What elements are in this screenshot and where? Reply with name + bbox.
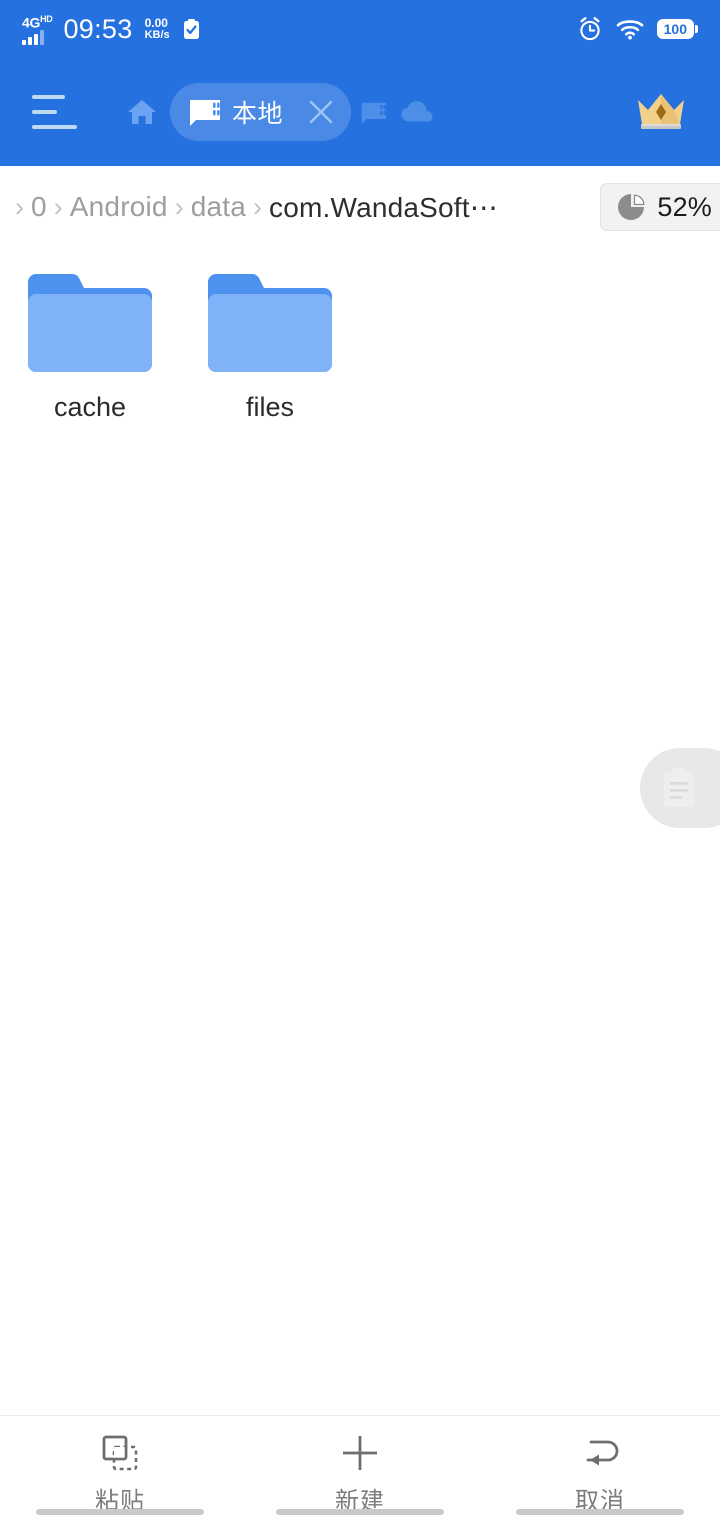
header-tab-strip: 本地 bbox=[118, 83, 632, 141]
gesture-bar bbox=[516, 1509, 684, 1515]
breadcrumb: › 0 › Android › data › com.WandaSoft⋯ 52… bbox=[0, 166, 720, 248]
checked-clipboard-icon bbox=[183, 18, 199, 39]
breadcrumb-item-0[interactable]: 0 bbox=[31, 191, 47, 223]
sd-card-icon bbox=[361, 102, 387, 124]
home-icon bbox=[128, 100, 156, 124]
hamburger-menu-icon[interactable] bbox=[32, 95, 78, 129]
breadcrumb-item-android[interactable]: Android bbox=[70, 191, 168, 223]
cloud-icon bbox=[401, 101, 433, 122]
plus-icon-wrap bbox=[338, 1431, 382, 1475]
breadcrumb-separator: › bbox=[53, 191, 63, 222]
status-clock: 09:53 bbox=[63, 13, 133, 44]
pie-chart-icon bbox=[618, 194, 645, 220]
paste-icon bbox=[102, 1435, 138, 1471]
signal-bars-icon bbox=[22, 30, 44, 46]
gesture-handle-bars bbox=[0, 1508, 720, 1516]
signal-indicator: 4GHD bbox=[22, 13, 53, 46]
file-grid: cache files bbox=[0, 248, 720, 423]
file-name-label: cache bbox=[53, 392, 127, 422]
file-name-label: files bbox=[245, 392, 294, 422]
battery-level-label: 100 bbox=[663, 21, 687, 37]
undo-arrow-icon bbox=[586, 1440, 619, 1466]
cancel-button[interactable]: 取消 bbox=[480, 1416, 720, 1516]
storage-percent-label: 52% bbox=[657, 191, 712, 222]
tab-close-button[interactable] bbox=[299, 90, 343, 134]
network-speed-value: 0.00 bbox=[144, 16, 168, 30]
vip-crown-button[interactable] bbox=[632, 87, 690, 137]
tab-cloud-inactive[interactable] bbox=[395, 88, 439, 136]
bottom-toolbar: 粘贴 新建 取消 bbox=[0, 1415, 720, 1520]
tab-local[interactable]: 本地 bbox=[170, 83, 352, 141]
app-header: 本地 bbox=[0, 58, 720, 166]
status-bar: 4GHD 09:53 0.00 KB/s 100 bbox=[0, 0, 720, 58]
file-item-cache[interactable]: cache bbox=[0, 262, 180, 423]
close-x-icon bbox=[309, 100, 333, 124]
battery-indicator: 100 bbox=[656, 19, 698, 39]
home-button[interactable] bbox=[118, 88, 166, 136]
undo-icon-wrap bbox=[577, 1431, 623, 1475]
wifi-icon bbox=[616, 20, 643, 40]
network-speed: 0.00 KB/s bbox=[145, 17, 170, 41]
status-bar-left: 4GHD 09:53 0.00 KB/s bbox=[22, 13, 577, 46]
breadcrumb-separator: › bbox=[174, 191, 184, 222]
alarm-clock-icon bbox=[579, 17, 600, 41]
status-bar-right: 100 bbox=[577, 16, 698, 42]
breadcrumb-path: › 0 › Android › data › com.WandaSoft⋯ bbox=[8, 191, 600, 224]
phone-screen: 4GHD 09:53 0.00 KB/s 100 本地 › 0 › Androi… bbox=[0, 0, 720, 1520]
tab-local-label: 本地 bbox=[232, 100, 284, 128]
folder-icon bbox=[28, 273, 152, 372]
network-type-label: 4GHD bbox=[22, 13, 53, 31]
plus-icon bbox=[343, 1436, 377, 1470]
gesture-bar bbox=[276, 1509, 444, 1515]
tab-sdcard-inactive[interactable] bbox=[351, 88, 395, 136]
storage-usage-badge[interactable]: 52% bbox=[600, 183, 720, 233]
gesture-bar bbox=[36, 1509, 204, 1515]
breadcrumb-item-current[interactable]: com.WandaSoft⋯ bbox=[269, 191, 498, 224]
file-list-area: cache files bbox=[0, 248, 720, 1415]
breadcrumb-item-data[interactable]: data bbox=[191, 191, 246, 223]
paste-button[interactable]: 粘贴 bbox=[0, 1416, 240, 1516]
crown-icon bbox=[638, 94, 684, 129]
folder-icon bbox=[208, 273, 332, 372]
clipboard-icon bbox=[664, 768, 694, 807]
clipboard-fab[interactable] bbox=[640, 748, 720, 828]
file-item-files[interactable]: files bbox=[180, 262, 360, 423]
new-button[interactable]: 新建 bbox=[240, 1416, 480, 1516]
breadcrumb-separator-root: › bbox=[15, 191, 24, 222]
breadcrumb-separator: › bbox=[253, 191, 262, 222]
sd-card-icon bbox=[190, 100, 220, 126]
paste-icon-wrap bbox=[100, 1431, 140, 1475]
network-speed-unit: KB/s bbox=[144, 29, 170, 41]
